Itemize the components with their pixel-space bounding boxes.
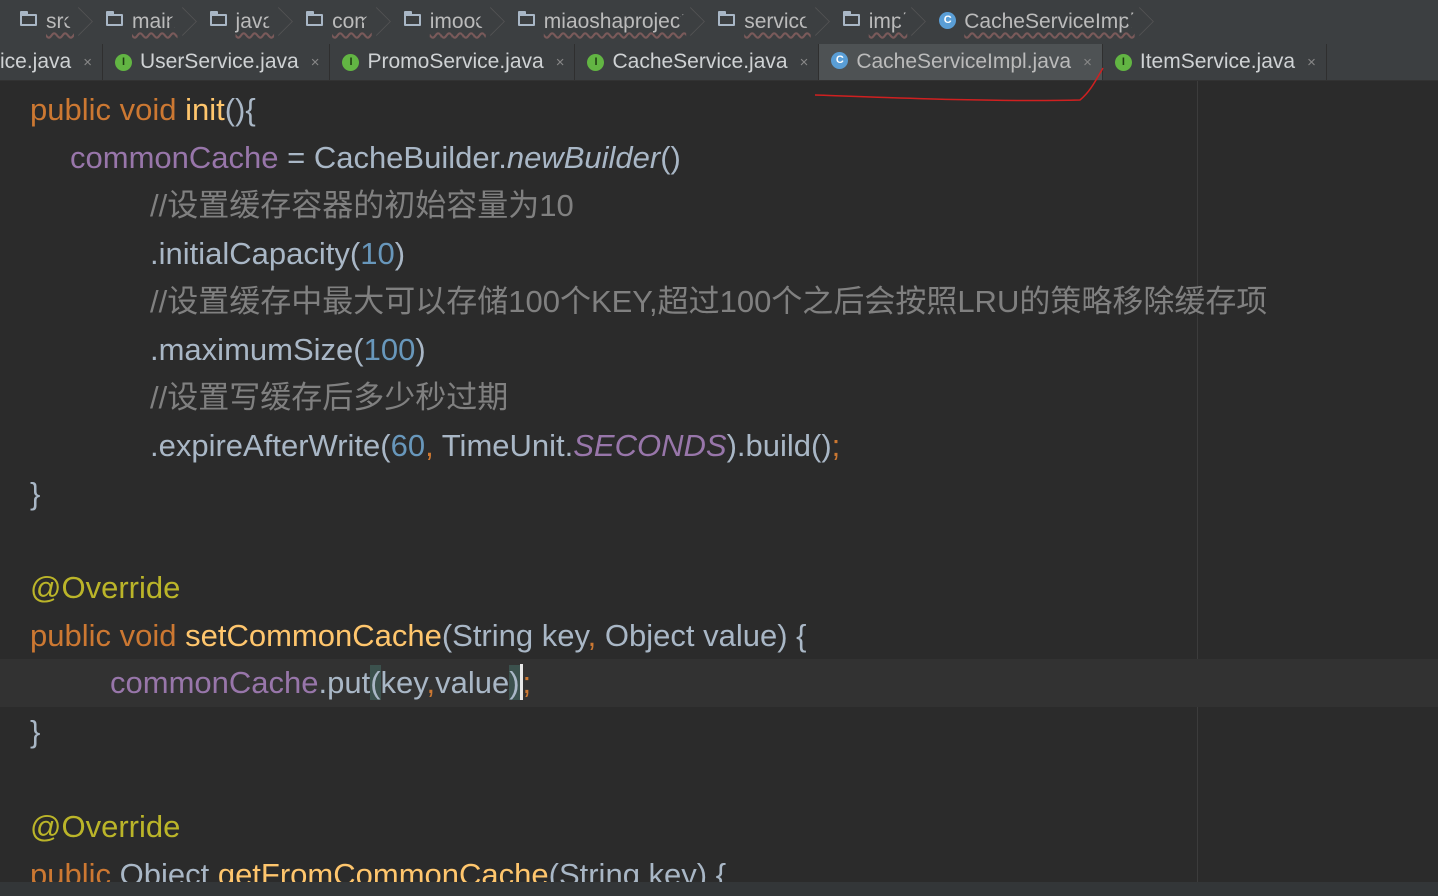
code-editor[interactable]: public void init(){ commonCache = CacheB…	[0, 81, 1438, 882]
code-line-10[interactable]: @Override	[0, 564, 1438, 612]
code-line-4[interactable]: .initialCapacity(10)	[0, 230, 1438, 278]
interface-icon: I	[342, 53, 360, 71]
folder-icon	[209, 11, 227, 26]
code-line-13[interactable]: }	[0, 708, 1438, 756]
code-line-11[interactable]: public void setCommonCache(String key, O…	[0, 612, 1438, 660]
folder-icon	[403, 11, 421, 26]
close-icon[interactable]: ×	[311, 54, 320, 71]
code-line-6[interactable]: .maximumSize(100)	[0, 326, 1438, 374]
interface-icon: I	[1114, 53, 1132, 71]
tab-label: CacheService.java	[612, 50, 788, 73]
folder-icon	[517, 11, 535, 26]
tab-promoservice-java[interactable]: I PromoService.java ×	[330, 44, 576, 80]
breadcrumb-item-imooc[interactable]: imooc	[384, 0, 498, 44]
breadcrumb-item-miaoshaproject[interactable]: miaoshaproject	[498, 0, 698, 44]
folder-icon	[842, 11, 860, 26]
breadcrumb-item-cacheserviceimpl[interactable]: C CacheServiceImpl	[919, 0, 1146, 44]
class-icon: C	[831, 51, 849, 69]
code-line-15[interactable]: public Object getFromCommonCache(String …	[0, 851, 1438, 882]
tab-label: UserService.java	[139, 50, 299, 73]
breadcrumb-item-src[interactable]: src	[0, 0, 86, 44]
close-icon[interactable]: ×	[800, 54, 809, 71]
tab-cacheservice-java[interactable]: I CacheService.java ×	[575, 44, 820, 80]
tab-label: ice.java	[0, 50, 72, 73]
tab-label: PromoService.java	[367, 50, 544, 73]
interface-icon: I	[114, 53, 132, 71]
editor-tab-bar: ice.java × I UserService.java × I PromoServi…	[0, 44, 1438, 81]
horizontal-scrollbar[interactable]	[0, 882, 1438, 896]
folder-icon	[106, 11, 123, 26]
folder-icon	[718, 11, 736, 26]
code-line-8[interactable]: .expireAfterWrite(60, TimeUnit.SECONDS).…	[0, 422, 1438, 470]
folder-icon	[20, 11, 37, 26]
breadcrumb-item-java[interactable]: java	[190, 0, 287, 44]
close-icon[interactable]: ×	[1307, 54, 1316, 71]
tab-ice-java[interactable]: ice.java ×	[0, 44, 103, 80]
tab-cacheserviceimpl-java[interactable]: C CacheServiceImpl.java ×	[819, 44, 1103, 80]
code-line-12-current[interactable]: commonCache.put(key,value);	[0, 659, 1438, 707]
code-line-1[interactable]: public void init(){	[0, 86, 1438, 134]
breadcrumb-item-impl[interactable]: impl	[823, 0, 920, 44]
class-icon: C	[939, 11, 957, 29]
tab-label: ItemService.java	[1139, 50, 1296, 73]
close-icon[interactable]: ×	[1083, 54, 1092, 71]
code-line-5[interactable]: //设置缓存中最大可以存储100个KEY,超过100个之后会按照LRU的策略移除…	[0, 278, 1438, 326]
breadcrumb: src main java com imooc miaoshaproject s…	[0, 0, 1438, 45]
tab-itemservice-java[interactable]: I ItemService.java ×	[1103, 44, 1327, 80]
tab-userservice-java[interactable]: I UserService.java ×	[103, 44, 331, 80]
text-caret	[519, 663, 523, 700]
code-line-7[interactable]: //设置写缓存后多少秒过期	[0, 374, 1438, 422]
folder-icon	[306, 11, 324, 26]
close-icon[interactable]: ×	[83, 54, 92, 71]
breadcrumb-item-com[interactable]: com	[286, 0, 384, 44]
code-line-2[interactable]: commonCache = CacheBuilder.newBuilder()	[0, 134, 1438, 182]
code-line-9[interactable]: }	[0, 470, 1438, 518]
breadcrumb-item-main[interactable]: main	[86, 0, 190, 44]
code-line-3[interactable]: //设置缓存容器的初始容量为10	[0, 182, 1438, 230]
breadcrumb-item-service[interactable]: service	[698, 0, 823, 44]
close-icon[interactable]: ×	[556, 54, 565, 71]
code-line-14[interactable]: @Override	[0, 803, 1438, 851]
interface-icon: I	[587, 53, 605, 71]
tab-label: CacheServiceImpl.java	[856, 50, 1072, 73]
